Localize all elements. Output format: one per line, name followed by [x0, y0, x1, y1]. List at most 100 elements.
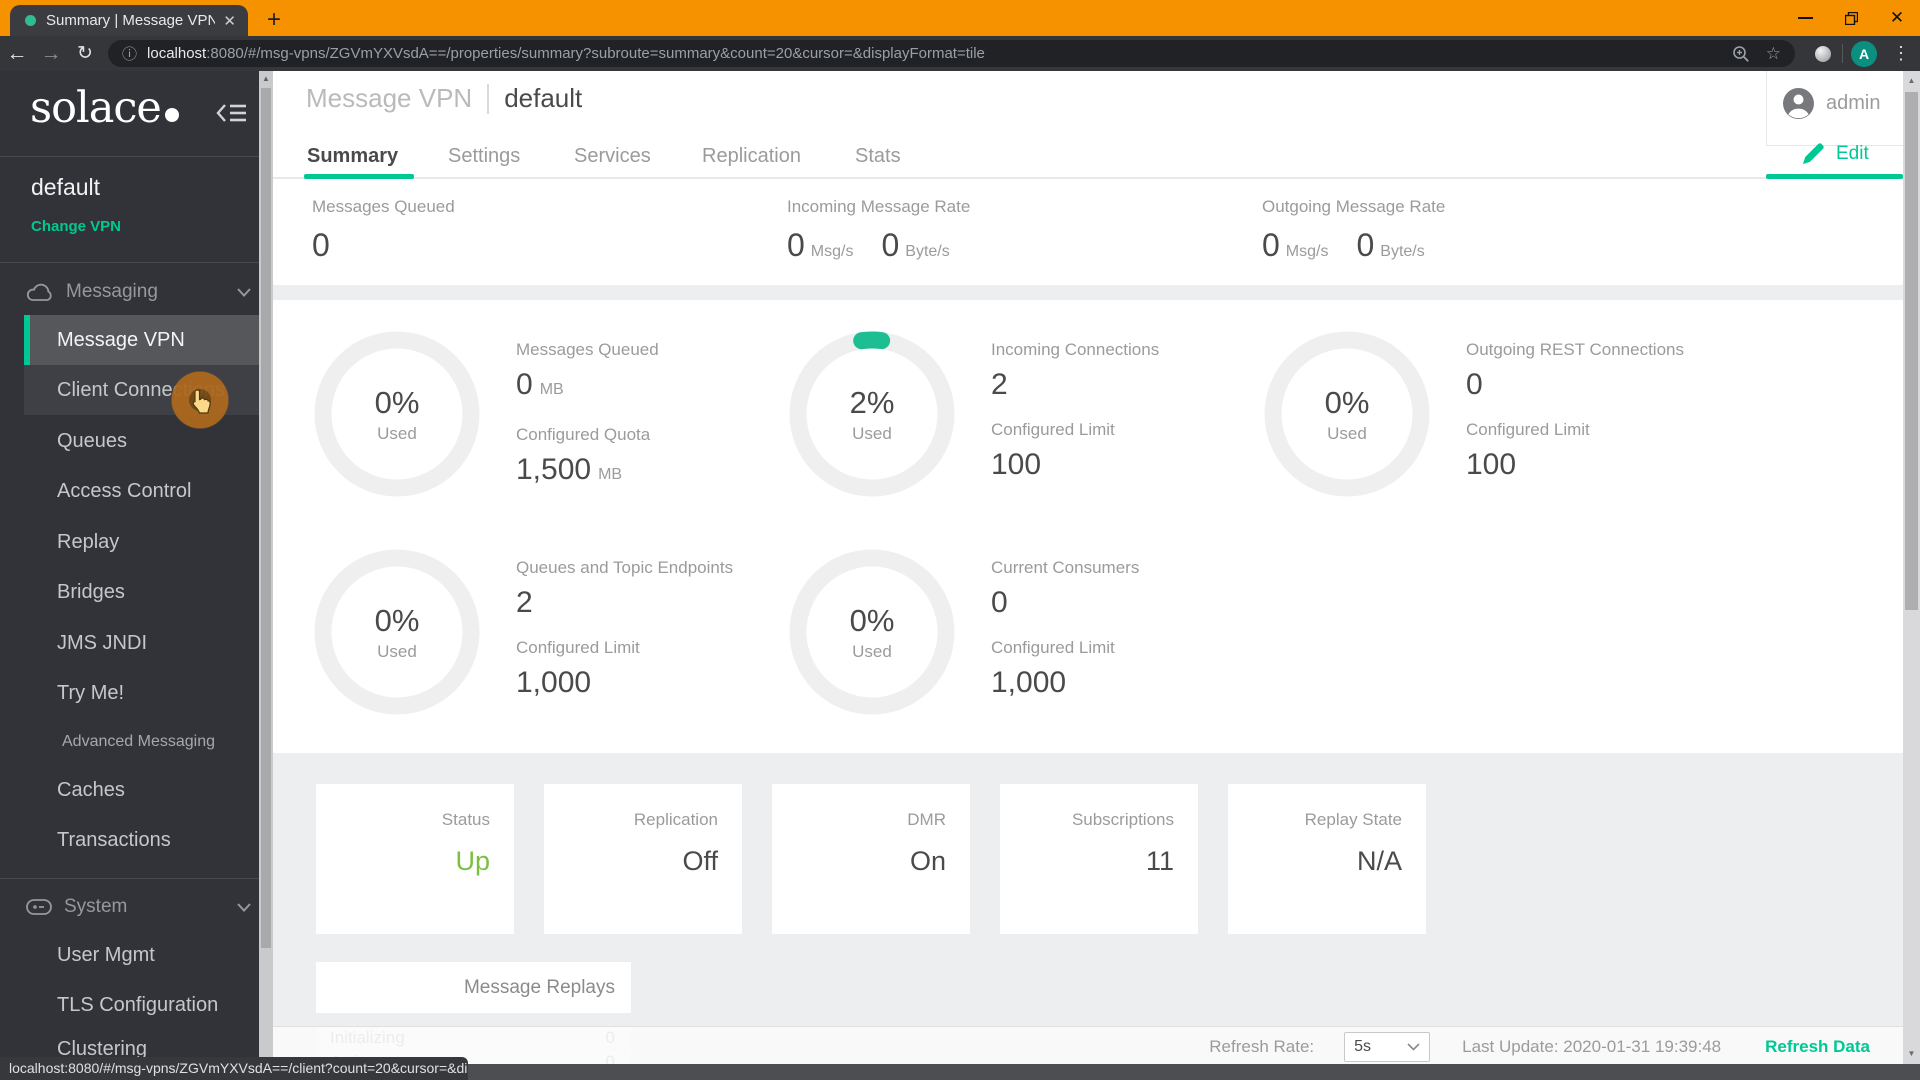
- sidebar-scrollbar-thumb[interactable]: [261, 88, 271, 948]
- page-info-icon[interactable]: ⓘ: [122, 43, 137, 64]
- tab-label: Summary: [307, 144, 399, 167]
- tab-stats[interactable]: Stats: [855, 141, 901, 171]
- tile-label: Incoming Connections: [991, 340, 1160, 359]
- card-label: Status: [441, 810, 490, 829]
- card-label: Replication: [633, 810, 718, 829]
- select-chevron-icon: [1407, 1043, 1420, 1051]
- minimize-icon: [1797, 17, 1813, 19]
- refresh-rate-select[interactable]: 5s: [1344, 1032, 1431, 1062]
- browser-menu-icon[interactable]: ⋮: [1892, 36, 1910, 71]
- window-close-button[interactable]: ✕: [1874, 0, 1920, 36]
- top-stats-band: [273, 180, 1903, 285]
- scroll-down-icon[interactable]: ▼: [1903, 1049, 1920, 1058]
- profile-avatar[interactable]: A: [1851, 41, 1877, 67]
- admin-username: admin: [1826, 92, 1881, 114]
- tab-replication[interactable]: Replication: [702, 141, 801, 171]
- sidebar-item-label: User Mgmt: [57, 943, 155, 966]
- url-host: localhost: [147, 45, 207, 62]
- tile-label: Queues and Topic Endpoints: [516, 558, 734, 577]
- browser-tab[interactable]: Summary | Message VPN ✕: [10, 5, 248, 36]
- forward-icon[interactable]: →: [34, 42, 68, 66]
- sidebar-item-advanced-messaging[interactable]: Advanced Messaging: [24, 719, 259, 765]
- restore-icon: [1844, 11, 1858, 25]
- card-label: Replay State: [1304, 810, 1402, 829]
- tab-services[interactable]: Services: [574, 141, 651, 171]
- reload-icon[interactable]: ↻: [68, 42, 102, 65]
- tile-value: 100: [1466, 448, 1517, 481]
- sidebar-item-bridges[interactable]: Bridges: [24, 567, 259, 617]
- stat-incoming-message-rate: Incoming Message Rate 0 Msg/s 0 Byte/s: [787, 197, 970, 264]
- stat-unit: Byte/s: [1380, 243, 1425, 260]
- card-value: 11: [1145, 846, 1174, 876]
- edit-button[interactable]: Edit: [1801, 141, 1869, 166]
- sidebar-item-jms-jndi[interactable]: JMS JNDI: [24, 618, 259, 668]
- tab-settings[interactable]: Settings: [448, 141, 520, 171]
- title-separator: [487, 83, 490, 114]
- sidebar-scrollbar[interactable]: ▲: [259, 71, 273, 1080]
- tile-label: Configured Limit: [991, 638, 1115, 657]
- page-title-value: default: [504, 83, 583, 113]
- back-icon[interactable]: ←: [0, 42, 34, 66]
- tab-close-icon[interactable]: ✕: [223, 12, 236, 30]
- sidebar-section-system[interactable]: System: [26, 892, 127, 922]
- window-restore-button[interactable]: [1828, 0, 1874, 36]
- tab-label: Settings: [448, 144, 521, 167]
- status-card-replication: Replication Off: [544, 784, 742, 934]
- tile-value: 1,000: [516, 666, 592, 699]
- gauge-used-label: Used: [852, 423, 892, 443]
- current-vpn-name: default: [31, 174, 101, 200]
- section-label: Messaging: [66, 281, 158, 302]
- tile-unit: MB: [539, 381, 564, 398]
- card-label: Subscriptions: [1071, 810, 1174, 829]
- url-bar[interactable]: ⓘ localhost:8080/#/msg-vpns/ZGVmYXVsdA==…: [108, 40, 1795, 67]
- user-menu[interactable]: admin: [1783, 88, 1880, 119]
- tile-value: 1,000: [991, 666, 1067, 699]
- chevron-down-icon[interactable]: [237, 903, 251, 912]
- status-card-replay-state: Replay State N/A: [1228, 784, 1426, 934]
- sidebar-item-user-mgmt[interactable]: User Mgmt: [24, 930, 259, 980]
- gauge-used-label: Used: [377, 423, 417, 443]
- gauge-percent: 0%: [1324, 384, 1370, 420]
- zoom-icon[interactable]: [1732, 45, 1750, 63]
- tab-label: Services: [574, 144, 651, 167]
- stat-value: 0: [1262, 227, 1280, 263]
- tab-summary[interactable]: Summary: [307, 141, 398, 171]
- change-vpn-link[interactable]: Change VPN: [31, 218, 121, 235]
- sidebar-item-caches[interactable]: Caches: [24, 765, 259, 815]
- content-scrollbar[interactable]: ▲ ▼: [1903, 71, 1920, 1080]
- admin-divider: [1766, 71, 1767, 145]
- sidebar-item-transactions[interactable]: Transactions: [24, 815, 259, 865]
- sidebar-item-replay[interactable]: Replay: [24, 517, 259, 567]
- screen: Summary | Message VPN ✕ + ✕ ← → ↻ ⓘ loca…: [0, 0, 1920, 1080]
- gauge-percent: 2%: [849, 384, 895, 420]
- window-minimize-button[interactable]: [1782, 0, 1828, 36]
- sidebar-item-try-me[interactable]: Try Me!: [24, 668, 259, 718]
- sidebar-item-access-control[interactable]: Access Control: [24, 466, 259, 516]
- tile-value: 0: [991, 586, 1008, 619]
- message-replays-header: Message Replays: [316, 962, 631, 1013]
- status-card-dmr: DMR On: [772, 784, 970, 934]
- bookmark-star-icon[interactable]: ☆: [1766, 44, 1781, 64]
- chevron-down-icon[interactable]: [237, 288, 251, 297]
- sidebar-item-message-vpn[interactable]: Message VPN: [24, 315, 259, 365]
- tab-label: Stats: [855, 144, 901, 167]
- sidebar-item-tls-configuration[interactable]: TLS Configuration: [24, 980, 259, 1030]
- sidebar-section-messaging[interactable]: Messaging: [26, 277, 158, 307]
- message-replays-title: Message Replays: [463, 976, 615, 998]
- scroll-up-icon[interactable]: ▲: [259, 74, 273, 83]
- tile-label: Outgoing REST Connections: [1466, 340, 1684, 359]
- tile-unit: MB: [598, 466, 623, 483]
- scroll-up-icon[interactable]: ▲: [1903, 76, 1920, 85]
- extension-icon[interactable]: [1815, 46, 1831, 62]
- sidebar-collapse-button[interactable]: [216, 101, 248, 130]
- sidebar-item-queues[interactable]: Queues: [24, 416, 259, 466]
- sidebar-divider: [0, 156, 259, 157]
- new-tab-button[interactable]: +: [260, 5, 288, 36]
- last-update-text: Last Update: 2020-01-31 19:39:48: [1462, 1037, 1722, 1056]
- refresh-data-button[interactable]: Refresh Data: [1765, 1037, 1870, 1057]
- url-text[interactable]: localhost:8080/#/msg-vpns/ZGVmYXVsdA==/p…: [147, 45, 985, 62]
- tile-label: Configured Quota: [516, 425, 651, 444]
- refresh-rate-value: 5s: [1354, 1038, 1372, 1055]
- sidebar-item-label: JMS JNDI: [57, 631, 147, 654]
- content-scrollbar-thumb[interactable]: [1905, 92, 1918, 610]
